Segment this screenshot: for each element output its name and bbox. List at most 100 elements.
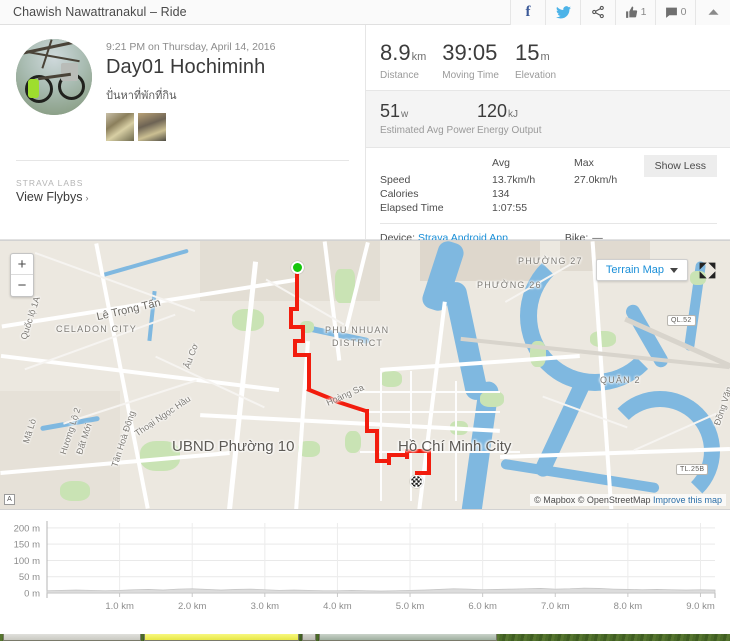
stat-avg-power: 51w Estimated Avg Power	[380, 102, 477, 138]
row-avg: 1:07:55	[492, 201, 528, 214]
stat-elevation-label: Elevation	[514, 70, 557, 81]
chevron-down-icon	[670, 267, 678, 273]
route-segment	[307, 353, 311, 391]
detail-stats-head: Avg Max	[380, 157, 656, 173]
stat-energy-output-unit: kJ	[508, 109, 519, 120]
svg-text:2.0 km: 2.0 km	[178, 601, 207, 612]
map-park	[60, 481, 90, 501]
page-title: Chawish Nawattranakul – Ride	[13, 5, 187, 19]
table-row: Calories 134	[380, 187, 656, 201]
strava-labs-kicker: STRAVA LABS	[16, 178, 84, 188]
attribution-osm: © OpenStreetMap	[577, 495, 651, 505]
show-less-button[interactable]: Show Less	[643, 154, 717, 177]
map-type-label: Terrain Map	[605, 264, 664, 276]
stat-elevation: 15m Elevation	[514, 42, 572, 82]
activity-photo-thumbnails	[106, 113, 275, 141]
svg-text:1.0 km: 1.0 km	[105, 601, 134, 612]
table-row: Speed 13.7km/h 27.0km/h	[380, 173, 656, 187]
photo-detail	[28, 79, 39, 98]
primary-stats-row: 8.9km Distance 39:05 Moving Time 15m Ele…	[380, 40, 730, 82]
twitter-icon	[555, 5, 571, 19]
svg-text:4.0 km: 4.0 km	[323, 601, 352, 612]
comment-button[interactable]: 0	[655, 0, 695, 25]
zoom-out-button[interactable]: −	[11, 275, 33, 296]
stat-distance-label: Distance	[380, 70, 419, 81]
comment-icon	[665, 7, 677, 18]
detail-stats-body: Speed 13.7km/h 27.0km/h Calories 134 Ela…	[380, 173, 656, 215]
header-actions: f 1 0	[510, 0, 730, 25]
activity-card: Chawish Nawattranakul – Ride f 1 0 9:21 …	[0, 0, 730, 634]
map-canvas: Lê Trọng Tấn CELADON CITY Quốc lộ 1A Âu …	[0, 241, 730, 509]
stat-avg-power-label: Estimated Avg Power	[380, 125, 475, 136]
secondary-stats-row: 51w Estimated Avg Power 120kJ Energy Out…	[380, 102, 730, 138]
zoom-in-button[interactable]: +	[11, 254, 33, 275]
activity-header-row: 9:21 PM on Thursday, April 14, 2016 Day0…	[16, 39, 349, 141]
share-button[interactable]	[580, 0, 615, 25]
screen-root: Chawish Nawattranakul – Ride f 1 0 9:21 …	[0, 0, 730, 641]
stat-moving-time-value: 39:05	[442, 40, 498, 65]
share-icon	[592, 5, 604, 19]
primary-stats: 8.9km Distance 39:05 Moving Time 15m Ele…	[366, 25, 730, 91]
activity-header: Chawish Nawattranakul – Ride f 1 0	[0, 0, 730, 25]
route-start-marker	[291, 261, 304, 274]
photo-thumbnail[interactable]	[138, 113, 166, 141]
kudos-count: 1	[640, 6, 647, 18]
activity-summary-column: 9:21 PM on Thursday, April 14, 2016 Day0…	[0, 25, 366, 239]
route-finish-marker	[410, 475, 423, 488]
stat-distance-unit: km	[411, 51, 427, 63]
fullscreen-icon	[699, 262, 715, 278]
stat-avg-power-unit: w	[401, 109, 409, 120]
stat-avg-power-value: 51	[380, 101, 401, 121]
photo-thumbnail[interactable]	[106, 113, 134, 141]
twitter-share-button[interactable]	[545, 0, 580, 25]
detail-stats-table: Avg Max Speed 13.7km/h 27.0km/h Calories…	[380, 157, 656, 215]
map-corner-badge: A	[4, 494, 15, 505]
stat-moving-time-label: Moving Time	[442, 70, 499, 81]
improve-map-link[interactable]: Improve this map	[653, 495, 722, 505]
table-row: Elapsed Time 1:07:55	[380, 201, 656, 215]
column-header-name	[380, 157, 492, 173]
comment-count: 0	[680, 6, 687, 18]
table-header-row: Avg Max	[380, 157, 656, 173]
elevation-chart-svg: 200 m 150 m 100 m 50 m 0 m 1.0 km 2.0 km 3.0 km…	[14, 521, 716, 612]
stat-energy-output: 120kJ Energy Output	[477, 102, 574, 138]
svg-text:9.0 km: 9.0 km	[686, 601, 715, 612]
row-label: Calories	[380, 187, 419, 200]
activity-description: ปั่นหาที่พักที่กิน	[106, 90, 177, 102]
elevation-chart[interactable]: 200 m 150 m 100 m 50 m 0 m 1.0 km 2.0 km 3.0 km…	[0, 510, 730, 622]
collapse-button[interactable]	[695, 0, 730, 25]
route-segment	[375, 429, 379, 463]
map-park	[380, 371, 402, 387]
map-label: PHƯỜNG 26	[477, 280, 542, 290]
map-route-shield: QL.52	[667, 315, 696, 326]
activity-text: 9:21 PM on Thursday, April 14, 2016 Day0…	[92, 39, 275, 141]
facebook-icon: f	[525, 3, 531, 20]
map-label: UBND Phường 10	[172, 438, 295, 455]
activity-photo[interactable]	[16, 39, 92, 115]
map-type-selector[interactable]: Terrain Map	[595, 259, 688, 281]
facebook-share-button[interactable]: f	[510, 0, 545, 25]
thumbs-up-icon	[625, 6, 637, 18]
svg-text:6.0 km: 6.0 km	[468, 601, 497, 612]
fullscreen-button[interactable]	[694, 257, 720, 283]
map-park	[590, 331, 616, 347]
kudos-button[interactable]: 1	[615, 0, 655, 25]
map-label: QUẬN 2	[600, 375, 641, 385]
map-zoom-controls: + −	[10, 253, 34, 297]
svg-text:0 m: 0 m	[24, 589, 40, 600]
stat-distance: 8.9km Distance	[380, 42, 442, 82]
map-road	[380, 371, 382, 501]
svg-text:7.0 km: 7.0 km	[541, 601, 570, 612]
map-label: PHU NHUAN	[325, 325, 390, 335]
view-flybys-link[interactable]: View Flybys ›	[16, 190, 349, 204]
attribution-mapbox: © Mapbox	[534, 495, 576, 505]
chevron-up-icon	[707, 9, 719, 15]
svg-text:50 m: 50 m	[19, 572, 40, 583]
activity-title[interactable]: Day01 Hochiminh	[106, 56, 275, 79]
map-park	[345, 431, 361, 453]
stat-energy-output-label: Energy Output	[477, 125, 542, 136]
map-label: CELADON CITY	[56, 324, 137, 334]
map-label: Hồ Chí Minh City	[398, 438, 512, 455]
activity-map[interactable]: Lê Trọng Tấn CELADON CITY Quốc lộ 1A Âu …	[0, 240, 730, 510]
stat-energy-output-value: 120	[477, 101, 508, 121]
